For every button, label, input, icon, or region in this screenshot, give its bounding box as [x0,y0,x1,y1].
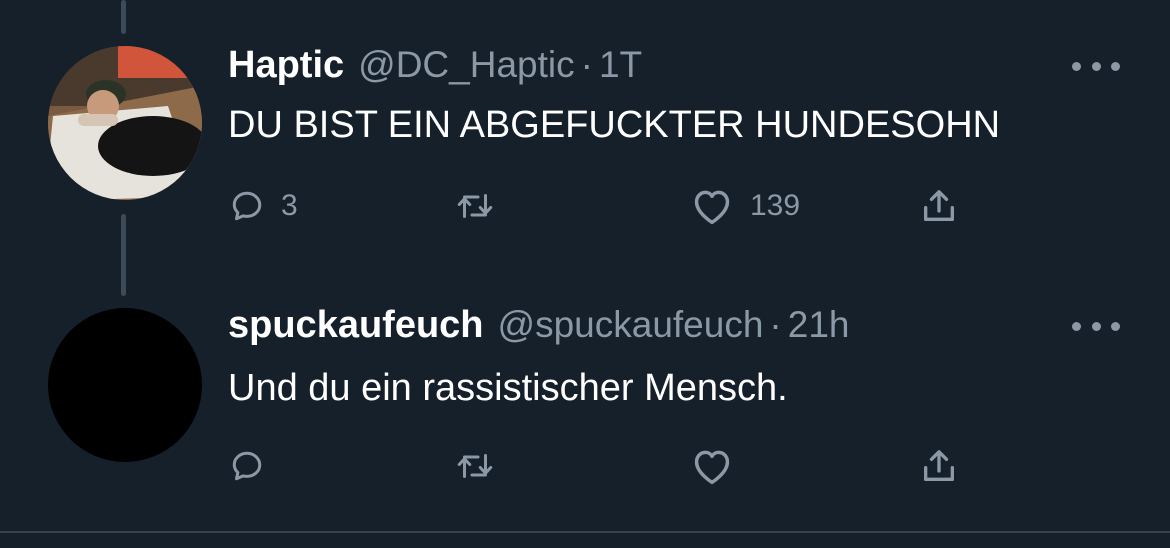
more-icon[interactable] [1072,56,1120,76]
author-name[interactable]: Haptic [228,44,344,87]
separator-dot: · [580,44,593,85]
author-handle[interactable]: @spuckaufeuch [498,304,764,346]
share-button[interactable] [919,441,959,491]
action-bar: 3 139 [0,181,1170,231]
more-dot [1091,61,1101,71]
separator-dot: · [769,304,782,345]
reply-button[interactable]: 3 [229,181,298,231]
tweet-text: Und du ein rassistischer Mensch. [228,367,788,409]
like-button[interactable] [690,441,750,491]
retweet-icon [457,194,493,218]
reply-icon [232,191,262,221]
more-dot [1072,321,1081,331]
retweet-icon [457,454,493,478]
tweet-haptic[interactable]: Haptic @DC_Haptic · 1T DU BIST EIN ABGEF… [0,0,1170,260]
author-name[interactable]: spuckaufeuch [228,304,484,347]
like-button[interactable]: 139 [690,181,800,231]
avatar-photo [48,46,202,200]
tweet-thread: Haptic @DC_Haptic · 1T DU BIST EIN ABGEF… [0,0,1170,548]
author-handle[interactable]: @DC_Haptic [358,44,574,86]
heart-icon [694,450,730,485]
tweet-spuckaufeuch[interactable]: spuckaufeuch @spuckaufeuch · 21h Und du … [0,260,1170,531]
share-icon [924,450,954,481]
tweet-header: spuckaufeuch @spuckaufeuch · 21h [228,304,849,354]
retweet-button[interactable] [455,181,511,231]
tweet-timestamp[interactable]: 21h [788,304,850,346]
retweet-button[interactable] [455,441,511,491]
share-icon [924,190,954,221]
action-bar [0,441,1170,491]
avatar[interactable] [48,308,202,462]
divider [0,531,1170,533]
tweet-header: Haptic @DC_Haptic · 1T [228,44,642,94]
more-dot [1111,61,1120,71]
reply-button[interactable] [229,441,281,491]
reply-count: 3 [281,189,298,222]
share-button[interactable] [919,181,959,231]
heart-icon [694,190,730,225]
more-dot [1091,321,1101,331]
like-count: 139 [750,189,801,222]
more-dot [1111,321,1120,331]
more-icon[interactable] [1072,316,1120,336]
more-dot [1072,61,1081,71]
tweet-timestamp[interactable]: 1T [599,44,642,86]
reply-icon [232,451,262,481]
tweet-text: DU BIST EIN ABGEFUCKTER HUNDESOHN [228,104,1001,146]
avatar[interactable] [48,46,202,200]
